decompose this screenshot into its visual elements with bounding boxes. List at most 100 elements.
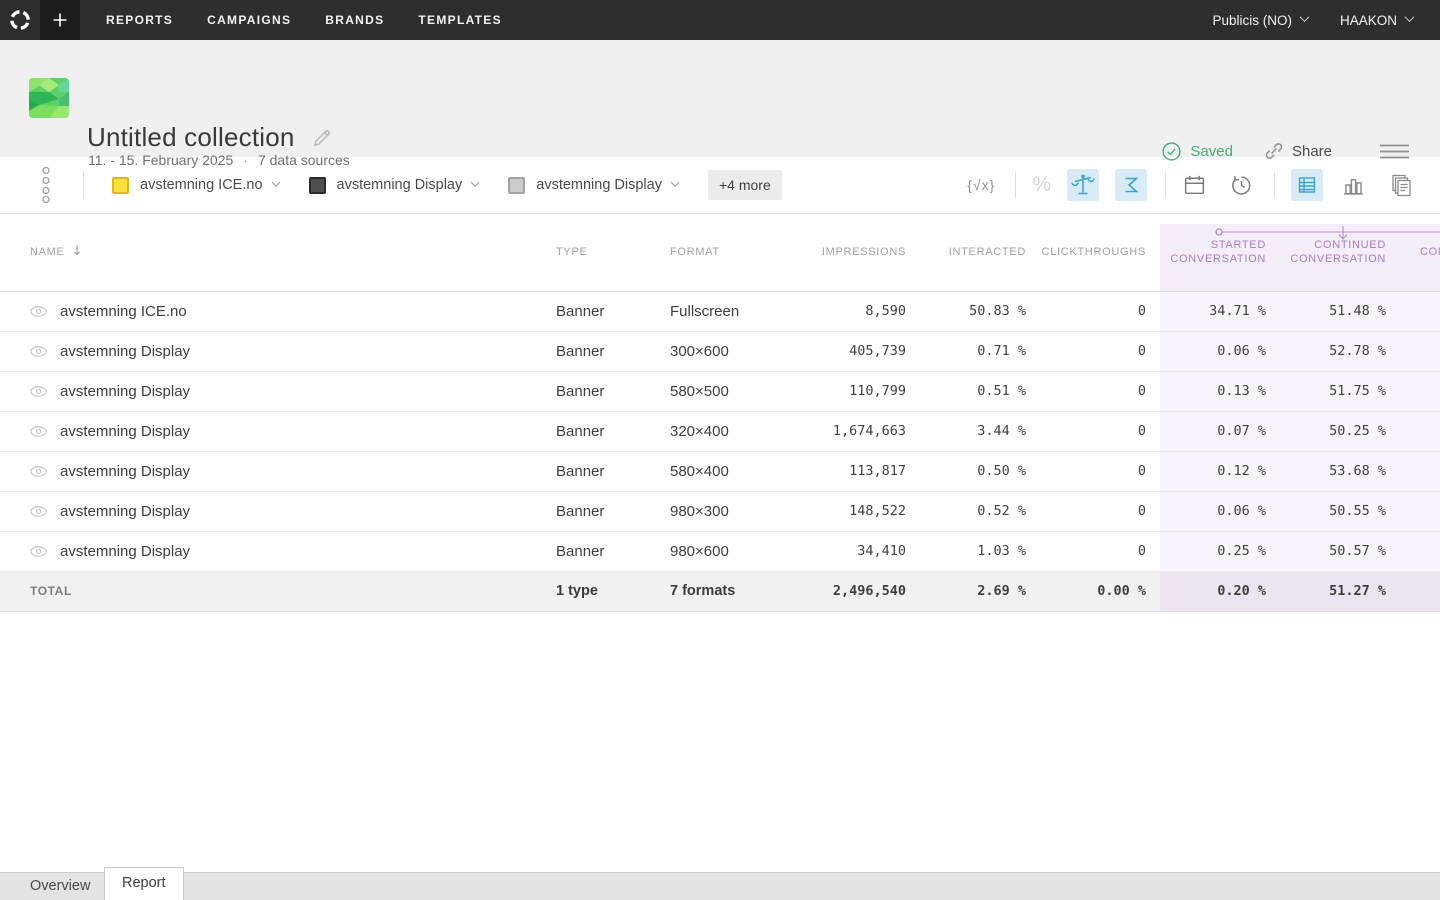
copy-pages-button[interactable] bbox=[1388, 172, 1414, 198]
data-source-chip[interactable]: avstemning ICE.no bbox=[112, 177, 279, 194]
account-selector[interactable]: Publicis (NO) bbox=[1212, 13, 1308, 28]
total-truncated-cell bbox=[1406, 571, 1440, 611]
data-source-chips: avstemning ICE.no avstemning Display avs… bbox=[112, 177, 708, 194]
benchmark-button[interactable] bbox=[1067, 169, 1099, 201]
history-clock-icon bbox=[1229, 173, 1254, 198]
total-clickthroughs: 0.00 % bbox=[1026, 571, 1160, 611]
row-interacted: 0.50 % bbox=[906, 451, 1026, 491]
nav-menu-item[interactable]: REPORTS bbox=[106, 0, 173, 40]
row-type: Banner bbox=[556, 331, 670, 371]
user-menu[interactable]: HAAKON bbox=[1340, 13, 1413, 28]
drag-dots-icon bbox=[41, 166, 51, 204]
table-row[interactable]: avstemning Display Banner 980×300 148,52… bbox=[0, 491, 1440, 531]
nav-menu-item[interactable]: BRANDS bbox=[325, 0, 384, 40]
table-row[interactable]: avstemning Display Banner 300×600 405,73… bbox=[0, 331, 1440, 371]
row-impressions: 110,799 bbox=[760, 371, 906, 411]
formula-icon: {√x} bbox=[967, 177, 995, 193]
row-format: 980×600 bbox=[670, 531, 760, 571]
chevron-down-icon[interactable] bbox=[471, 178, 479, 186]
column-header-type[interactable]: TYPE bbox=[556, 214, 670, 291]
chevron-down-icon bbox=[1300, 12, 1310, 22]
history-button[interactable] bbox=[1229, 173, 1254, 198]
user-label: HAAKON bbox=[1340, 13, 1397, 28]
table-row[interactable]: avstemning Display Banner 580×400 113,81… bbox=[0, 451, 1440, 491]
column-header-truncated[interactable]: CON bbox=[1406, 214, 1440, 291]
data-source-chip[interactable]: avstemning Display bbox=[508, 177, 678, 194]
row-impressions: 113,817 bbox=[760, 451, 906, 491]
sum-button[interactable] bbox=[1115, 169, 1147, 201]
visibility-eye-icon[interactable] bbox=[30, 386, 47, 397]
data-source-chip[interactable]: avstemning Display bbox=[309, 177, 479, 194]
total-format: 7 formats bbox=[670, 571, 760, 611]
chart-view-button[interactable] bbox=[1341, 173, 1366, 198]
chevron-down-icon[interactable] bbox=[271, 178, 279, 186]
table-header-row: NAME↓ TYPE FORMAT IMPRESSIONS INTERACTED… bbox=[0, 214, 1440, 291]
row-clickthroughs: 0 bbox=[1026, 451, 1160, 491]
row-truncated-cell bbox=[1406, 451, 1440, 491]
row-clickthroughs: 0 bbox=[1026, 531, 1160, 571]
source-color-swatch bbox=[508, 177, 525, 194]
column-header-clickthroughs[interactable]: CLICKTHROUGHS bbox=[1026, 214, 1160, 291]
header-menu-button[interactable] bbox=[1380, 144, 1410, 159]
row-impressions: 34,410 bbox=[760, 531, 906, 571]
bar-chart-icon bbox=[1341, 173, 1366, 198]
chevron-down-icon[interactable] bbox=[671, 178, 679, 186]
row-type: Banner bbox=[556, 371, 670, 411]
row-truncated-cell bbox=[1406, 291, 1440, 331]
visibility-eye-icon[interactable] bbox=[30, 426, 47, 437]
tab-report[interactable]: Report bbox=[104, 867, 184, 900]
total-impressions: 2,496,540 bbox=[760, 571, 906, 611]
share-button[interactable]: Share bbox=[1263, 140, 1332, 162]
column-header-name[interactable]: NAME↓ bbox=[0, 214, 556, 291]
date-range: 11. - 15. February 2025 bbox=[88, 152, 233, 168]
nav-menu-item[interactable]: CAMPAIGNS bbox=[207, 0, 291, 40]
row-continued-conversation: 50.55 % bbox=[1286, 491, 1406, 531]
row-interacted: 50.83 % bbox=[906, 291, 1026, 331]
app-logo[interactable] bbox=[0, 0, 40, 40]
hamburger-icon bbox=[1380, 144, 1410, 159]
tab-overview[interactable]: Overview bbox=[30, 873, 90, 900]
total-continued-conversation: 51.27 % bbox=[1286, 571, 1406, 611]
total-type: 1 type bbox=[556, 571, 670, 611]
table-row[interactable]: avstemning ICE.no Banner Fullscreen 8,59… bbox=[0, 291, 1440, 331]
row-started-conversation: 0.13 % bbox=[1160, 371, 1286, 411]
divider bbox=[1274, 172, 1275, 198]
row-type: Banner bbox=[556, 531, 670, 571]
visibility-eye-icon[interactable] bbox=[30, 506, 47, 517]
visibility-eye-icon[interactable] bbox=[30, 546, 47, 557]
column-header-continued-conversation[interactable]: CONTINUED CONVERSATION bbox=[1286, 214, 1406, 291]
table-row[interactable]: avstemning Display Banner 980×600 34,410… bbox=[0, 531, 1440, 571]
row-clickthroughs: 0 bbox=[1026, 331, 1160, 371]
divider bbox=[1165, 172, 1166, 198]
column-header-impressions[interactable]: IMPRESSIONS bbox=[760, 214, 906, 291]
row-clickthroughs: 0 bbox=[1026, 491, 1160, 531]
visibility-eye-icon[interactable] bbox=[30, 466, 47, 477]
visibility-eye-icon[interactable] bbox=[30, 346, 47, 357]
column-header-interacted[interactable]: INTERACTED bbox=[906, 214, 1026, 291]
column-header-started-conversation[interactable]: STARTED CONVERSATION bbox=[1160, 214, 1286, 291]
row-started-conversation: 0.06 % bbox=[1160, 331, 1286, 371]
table-row[interactable]: avstemning Display Banner 580×500 110,79… bbox=[0, 371, 1440, 411]
date-range-button[interactable] bbox=[1182, 173, 1207, 198]
percent-button[interactable]: % bbox=[1032, 173, 1051, 197]
page-title: Untitled collection bbox=[87, 122, 295, 153]
formula-button[interactable]: {√x} bbox=[967, 177, 995, 193]
more-sources-button[interactable]: +4 more bbox=[708, 170, 782, 200]
column-header-format[interactable]: FORMAT bbox=[670, 214, 760, 291]
table-row[interactable]: avstemning Display Banner 320×400 1,674,… bbox=[0, 411, 1440, 451]
create-new-button[interactable] bbox=[40, 0, 80, 40]
logo-ring-icon bbox=[8, 8, 32, 32]
table-total-row: TOTAL 1 type 7 formats 2,496,540 2.69 % … bbox=[0, 571, 1440, 611]
source-color-swatch bbox=[309, 177, 326, 194]
nav-menu-item[interactable]: TEMPLATES bbox=[418, 0, 501, 40]
table-view-button[interactable] bbox=[1291, 169, 1323, 201]
row-name: avstemning ICE.no bbox=[60, 303, 187, 320]
row-format: Fullscreen bbox=[670, 291, 760, 331]
row-started-conversation: 0.07 % bbox=[1160, 411, 1286, 451]
drag-handle[interactable] bbox=[41, 166, 51, 204]
edit-title-button[interactable] bbox=[311, 127, 333, 149]
visibility-eye-icon[interactable] bbox=[30, 306, 47, 317]
row-interacted: 1.03 % bbox=[906, 531, 1026, 571]
row-name: avstemning Display bbox=[60, 463, 190, 480]
nav-menu: REPORTS CAMPAIGNS BRANDS TEMPLATES bbox=[106, 0, 536, 40]
